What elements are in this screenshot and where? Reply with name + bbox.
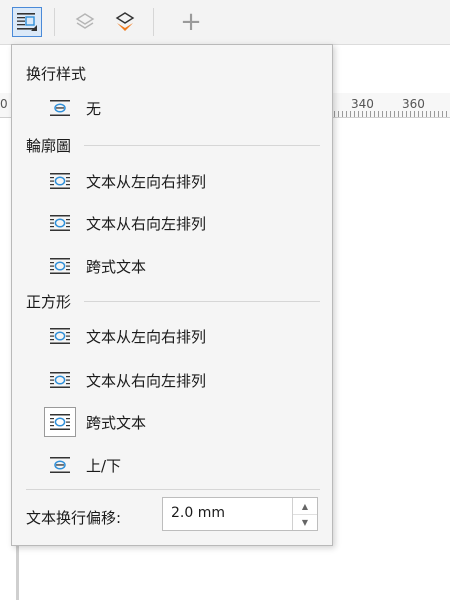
- stepper-buttons: ▲ ▼: [292, 498, 317, 530]
- outline-wrap-right-to-left-item[interactable]: 文本从右向左排列: [46, 208, 306, 238]
- item-label: 文本从右向左排列: [86, 371, 207, 390]
- vertical-ruler-edge: [16, 545, 19, 600]
- square-wrap-left-to-right-item[interactable]: 文本从左向右排列: [46, 321, 306, 351]
- text-wrap-menu: 换行样式 无 輪廓圖 文本从左向右排列 文本从右向左排列 跨式文本 正方形 文本…: [11, 44, 333, 546]
- layers-button[interactable]: [110, 7, 140, 37]
- wrap-left-to-right-icon: [46, 168, 74, 194]
- item-label: 文本从右向左排列: [86, 214, 207, 233]
- wrap-both-sides-icon: [46, 253, 74, 279]
- outline-wrap-left-to-right-item[interactable]: 文本从左向右排列: [46, 166, 306, 196]
- toolbar: +: [0, 0, 450, 45]
- toolbar-separator: [54, 8, 55, 36]
- ruler-ticks: [334, 111, 450, 117]
- wrap-both-sides-selected-icon: [44, 407, 76, 437]
- wrap-right-to-left-icon: [46, 210, 74, 236]
- ruler-label: 340: [351, 97, 374, 111]
- section-divider: [84, 145, 320, 146]
- wrap-left-to-right-icon: [46, 323, 74, 349]
- plus-icon: +: [180, 7, 202, 37]
- item-label: 上/下: [86, 456, 122, 475]
- text-wrap-button[interactable]: [12, 7, 42, 37]
- layers-disabled-button[interactable]: [70, 7, 100, 37]
- layers-orange-icon: [115, 12, 135, 31]
- text-wrap-offset-label: 文本换行偏移:: [26, 509, 122, 527]
- outline-heading: 輪廓圖: [26, 137, 72, 155]
- item-label: 文本从左向右排列: [86, 327, 207, 346]
- wrap-right-to-left-icon: [46, 367, 74, 393]
- wrap-none-item[interactable]: 无: [46, 93, 306, 123]
- increment-button[interactable]: ▲: [293, 498, 317, 515]
- item-label: 跨式文本: [86, 413, 147, 432]
- ruler-label: 0: [0, 97, 8, 111]
- section-divider: [26, 489, 320, 490]
- offset-value[interactable]: 2.0 mm: [171, 505, 225, 521]
- square-wrap-both-sides-item[interactable]: 跨式文本: [44, 407, 306, 437]
- chevron-down-icon: ▼: [301, 517, 309, 527]
- wrap-top-bottom-icon: [46, 452, 74, 478]
- item-label: 文本从左向右排列: [86, 172, 207, 191]
- section-divider: [84, 301, 320, 302]
- outline-wrap-both-sides-item[interactable]: 跨式文本: [46, 251, 306, 281]
- chevron-up-icon: ▲: [301, 501, 309, 511]
- square-wrap-top-bottom-item[interactable]: 上/下: [46, 450, 306, 480]
- ruler-label: 360: [402, 97, 425, 111]
- add-button[interactable]: +: [176, 7, 206, 37]
- toolbar-separator: [153, 8, 154, 36]
- square-wrap-right-to-left-item[interactable]: 文本从右向左排列: [46, 365, 306, 395]
- wrap-style-heading: 换行样式: [26, 65, 87, 83]
- square-heading: 正方形: [26, 293, 72, 311]
- item-label: 跨式文本: [86, 257, 147, 276]
- layers-icon: [75, 13, 95, 29]
- wrap-none-icon: [46, 95, 74, 121]
- item-label: 无: [86, 99, 102, 118]
- decrement-button[interactable]: ▼: [293, 514, 317, 530]
- text-wrap-icon: [17, 13, 37, 31]
- text-wrap-offset-stepper[interactable]: 2.0 mm ▲ ▼: [162, 497, 318, 531]
